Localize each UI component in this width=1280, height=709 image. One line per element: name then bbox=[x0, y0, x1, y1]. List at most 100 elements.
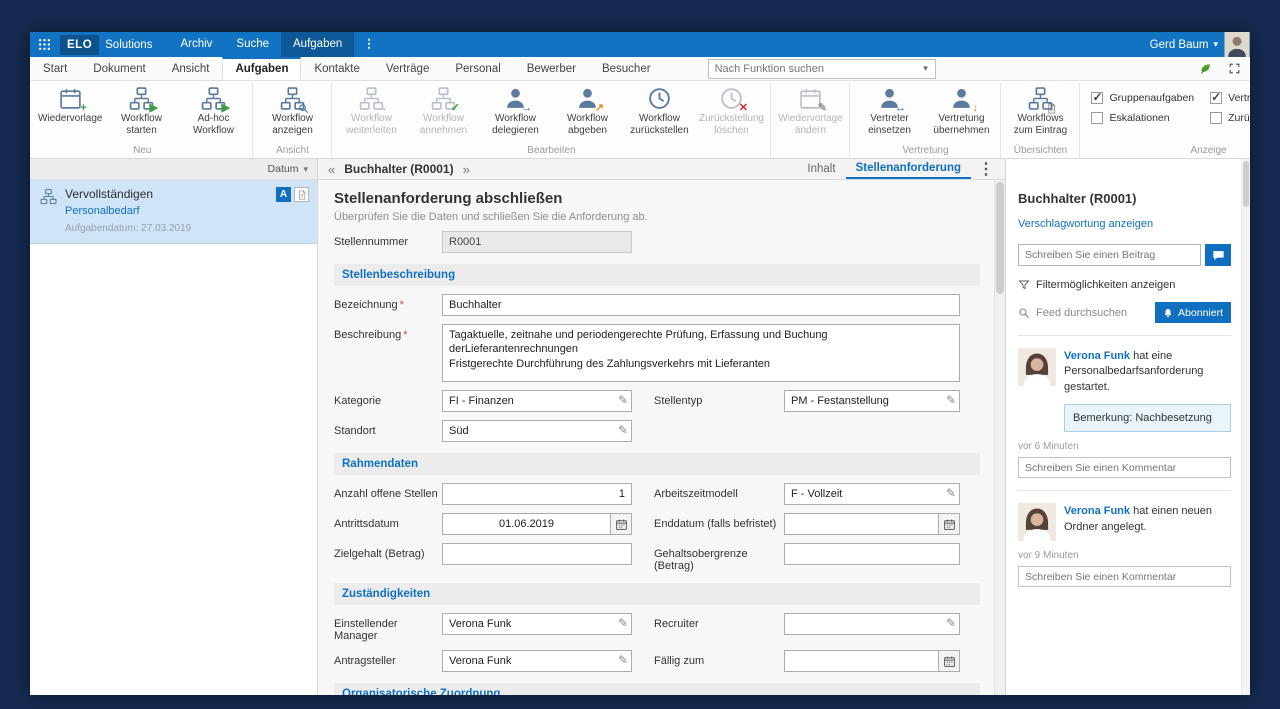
feed-author-link[interactable]: Verona Funk bbox=[1064, 505, 1130, 517]
checkbox-unchecked-icon[interactable] bbox=[1210, 112, 1222, 124]
topbar-overflow-icon[interactable]: ⋮ bbox=[354, 32, 384, 57]
standort-field[interactable] bbox=[442, 420, 632, 442]
feed-comment-input[interactable] bbox=[1018, 566, 1231, 587]
topbar-item-aufgaben[interactable]: Aufgaben bbox=[281, 32, 354, 57]
antragsteller-field[interactable] bbox=[442, 650, 632, 672]
field-label-stellentyp: Stellentyp bbox=[654, 390, 784, 407]
calendar-picker-icon[interactable] bbox=[610, 513, 632, 535]
tab-kontakte[interactable]: Kontakte bbox=[301, 57, 372, 80]
workflow-anzeigen-button[interactable]: Workflow anzeigen bbox=[256, 84, 328, 138]
sort-caret-icon: ▾ bbox=[303, 164, 308, 175]
stellentyp-field[interactable] bbox=[784, 390, 960, 412]
vertreter-einsetzen-button[interactable]: ↔ Vertreter einsetzen bbox=[853, 84, 925, 138]
adhoc-workflow-button[interactable]: ▶ Ad-hoc Workflow bbox=[177, 84, 249, 138]
viewtab-inhalt[interactable]: Inhalt bbox=[797, 159, 845, 179]
tab-start[interactable]: Start bbox=[30, 57, 80, 80]
feed-comment-input[interactable] bbox=[1018, 457, 1231, 478]
feed-scrollbar-thumb[interactable] bbox=[1243, 161, 1249, 207]
subscribed-button[interactable]: Abonniert bbox=[1155, 302, 1231, 323]
checkbox-checked-icon[interactable]: ✓ bbox=[1091, 92, 1103, 104]
function-search-input[interactable] bbox=[709, 60, 917, 78]
feed-scrollbar[interactable] bbox=[1241, 159, 1250, 695]
viewtab-stellenanforderung[interactable]: Stellenanforderung bbox=[846, 159, 971, 179]
calendar-picker-icon[interactable] bbox=[938, 513, 960, 535]
edit-pencil-icon[interactable]: ✎ bbox=[618, 394, 628, 406]
vertretung-uebernehmen-button[interactable]: ↓ Vertretung übernehmen bbox=[925, 84, 997, 138]
calendar-picker-icon[interactable] bbox=[938, 650, 960, 672]
checkbox-vertretungsaufgaben[interactable]: ✓ Vertretungsaufgaben bbox=[1210, 92, 1250, 104]
topbar-item-suche[interactable]: Suche bbox=[224, 32, 281, 57]
faellig-zum-field[interactable] bbox=[784, 650, 938, 672]
edit-pencil-icon[interactable]: ✎ bbox=[946, 617, 956, 629]
task-workflow-link[interactable]: Personalbedarf bbox=[65, 205, 191, 217]
workflow-abgeben-button[interactable]: ↗ Workflow abgeben bbox=[551, 84, 623, 138]
workflow-delegieren-button[interactable]: → Workflow delegieren bbox=[479, 84, 551, 138]
beschreibung-field[interactable]: Tagaktuelle, zeitnahe und periodengerech… bbox=[442, 324, 960, 382]
gehaltsobergrenze-field[interactable] bbox=[784, 543, 960, 565]
arbeitszeitmodell-field[interactable] bbox=[784, 483, 960, 505]
checkbox-eskalationen[interactable]: Eskalationen bbox=[1091, 112, 1194, 124]
feed-filter-toggle[interactable]: Filtermöglichkeiten anzeigen bbox=[1018, 279, 1231, 291]
edit-pencil-icon[interactable]: ✎ bbox=[618, 654, 628, 666]
checkbox-zurueckstellungen[interactable]: Zurückstellungen bbox=[1210, 112, 1250, 124]
feed-title: Buchhalter (R0001) bbox=[1018, 191, 1231, 206]
edit-pencil-icon[interactable]: ✎ bbox=[946, 394, 956, 406]
zielgehalt-field[interactable] bbox=[442, 543, 632, 565]
workflow-play-icon: ▶ bbox=[129, 86, 154, 111]
tab-besucher[interactable]: Besucher bbox=[589, 57, 664, 80]
topbar-item-archiv[interactable]: Archiv bbox=[168, 32, 224, 57]
antrittsdatum-field[interactable] bbox=[442, 513, 610, 535]
checkbox-unchecked-icon[interactable] bbox=[1091, 112, 1103, 124]
required-marker: * bbox=[403, 329, 407, 341]
feed-post-input[interactable] bbox=[1018, 244, 1201, 266]
feed-search[interactable]: Feed durchsuchen bbox=[1036, 307, 1127, 319]
task-item-selected[interactable]: Vervollständigen Personalbedarf Aufgaben… bbox=[30, 180, 317, 244]
kategorie-field[interactable] bbox=[442, 390, 632, 412]
field-label-recruiter: Recruiter bbox=[654, 613, 784, 630]
wiedervorlage-button[interactable]: + Wiedervorlage bbox=[35, 84, 105, 127]
feed-entry: Verona Funk hat eine Personalbedarfsanfo… bbox=[1018, 348, 1231, 478]
enddatum-field[interactable] bbox=[784, 513, 938, 535]
keywording-link[interactable]: Verschlagwortung anzeigen bbox=[1018, 218, 1153, 230]
function-search-caret-icon[interactable]: ▾ bbox=[917, 63, 935, 74]
einstellender-manager-field[interactable] bbox=[442, 613, 632, 635]
zurueckstellung-loeschen-button: ✕ Zurückstellung löschen bbox=[695, 84, 767, 138]
task-sort-control[interactable]: Datum ▾ bbox=[30, 159, 317, 180]
tab-dokument[interactable]: Dokument bbox=[80, 57, 158, 80]
group-label-vertretung: Vertretung bbox=[853, 144, 997, 158]
form-scrollbar[interactable] bbox=[994, 180, 1005, 695]
tab-aufgaben[interactable]: Aufgaben bbox=[222, 57, 301, 80]
checkbox-gruppenaufgaben[interactable]: ✓ Gruppenaufgaben bbox=[1091, 92, 1194, 104]
edit-pencil-icon[interactable]: ✎ bbox=[618, 424, 628, 436]
collapse-left-icon[interactable]: « bbox=[322, 160, 341, 179]
feed-post-button[interactable] bbox=[1205, 244, 1231, 266]
feed-author-link[interactable]: Verona Funk bbox=[1064, 350, 1130, 362]
view-overflow-icon[interactable]: ⋮ bbox=[971, 159, 1001, 179]
recruiter-field[interactable] bbox=[784, 613, 960, 635]
user-caret-icon[interactable]: ▾ bbox=[1213, 39, 1218, 50]
group-label-anzeige: Anzeige bbox=[1083, 144, 1250, 158]
form-scrollbar-thumb[interactable] bbox=[996, 182, 1004, 294]
edit-pencil-icon[interactable]: ✎ bbox=[946, 487, 956, 499]
anzahl-offene-stellen-field[interactable] bbox=[442, 483, 632, 505]
eco-mode-icon[interactable] bbox=[1194, 59, 1218, 79]
fullscreen-icon[interactable] bbox=[1222, 59, 1246, 79]
wiedervorlage-aendern-button: ✎ Wiedervorlage ändern bbox=[774, 84, 846, 138]
workflow-starten-button[interactable]: ▶ Workflow starten bbox=[105, 84, 177, 138]
tab-ansicht[interactable]: Ansicht bbox=[159, 57, 223, 80]
tab-personal[interactable]: Personal bbox=[442, 57, 513, 80]
edit-pencil-icon[interactable]: ✎ bbox=[618, 617, 628, 629]
task-form-icon bbox=[294, 187, 309, 202]
postpone-delete-icon: ✕ bbox=[719, 86, 744, 111]
tab-vertraege[interactable]: Verträge bbox=[373, 57, 442, 80]
user-avatar[interactable] bbox=[1224, 32, 1250, 57]
workflows-zum-eintrag-button[interactable]: Workflows zum Eintrag bbox=[1004, 84, 1076, 138]
bezeichnung-field[interactable] bbox=[442, 294, 960, 316]
workflow-zurueckstellen-button[interactable]: Workflow zurückstellen bbox=[623, 84, 695, 138]
collapse-right-icon[interactable]: » bbox=[457, 160, 476, 179]
tab-bewerber[interactable]: Bewerber bbox=[514, 57, 589, 80]
user-menu[interactable]: Gerd Baum bbox=[1150, 39, 1209, 51]
search-icon[interactable] bbox=[1018, 307, 1030, 319]
checkbox-checked-icon[interactable]: ✓ bbox=[1210, 92, 1222, 104]
app-grid-button[interactable] bbox=[30, 32, 58, 57]
